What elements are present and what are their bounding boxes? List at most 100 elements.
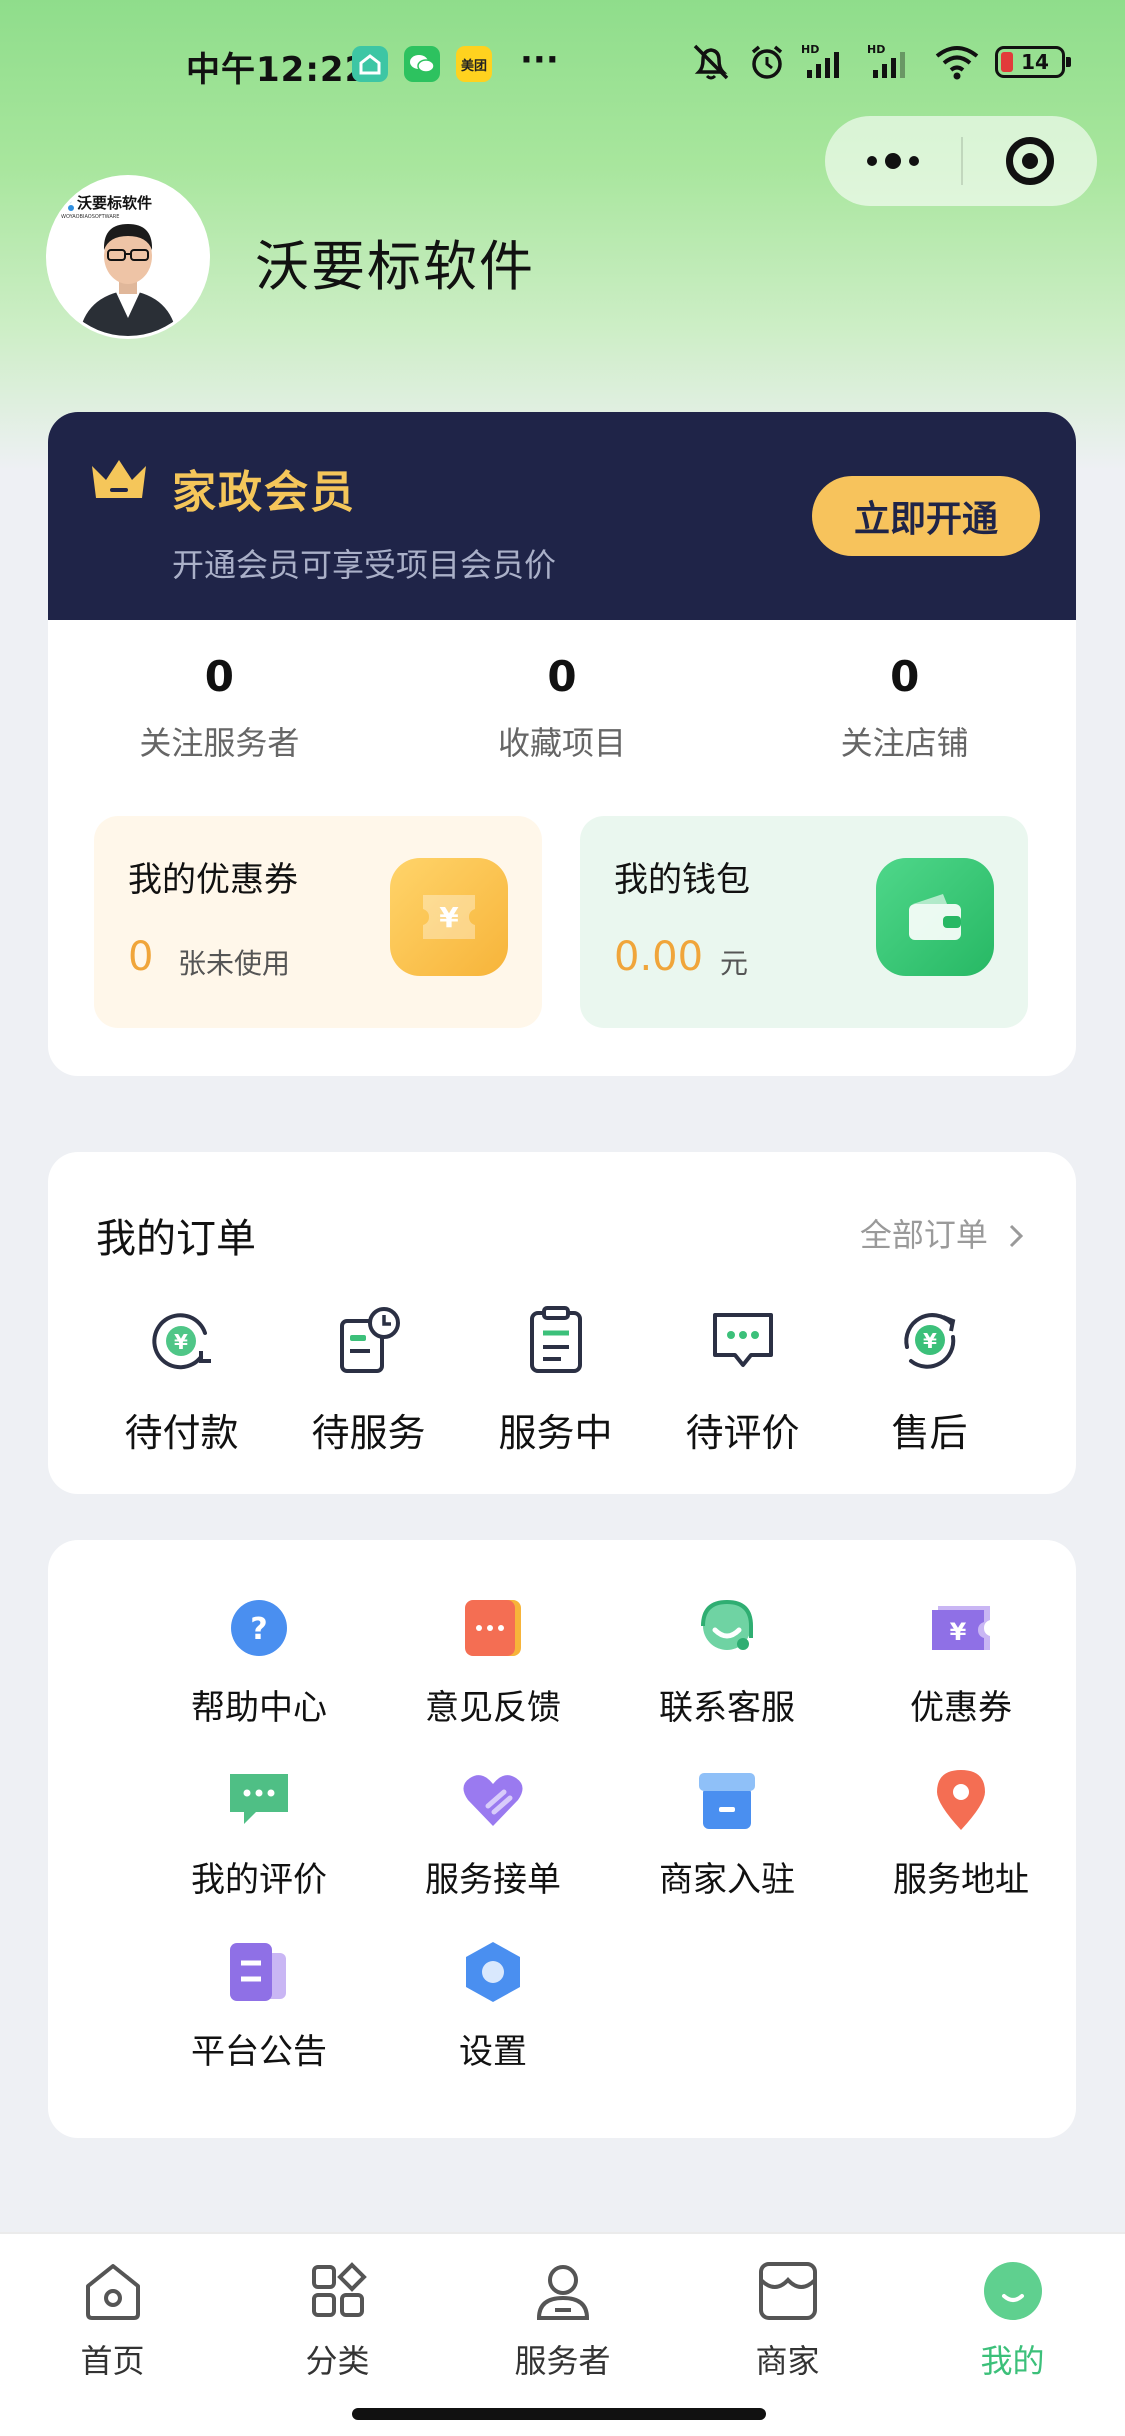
tab-home[interactable]: 首页 — [0, 2258, 225, 2382]
coupon-unit: 张未使用 — [178, 947, 291, 980]
svg-text:¥: ¥ — [923, 1329, 937, 1353]
order-label: 待评价 — [685, 1411, 800, 1455]
wallet-title: 我的钱包 — [614, 860, 750, 900]
worker-icon — [450, 2258, 675, 2324]
all-orders-link[interactable]: 全部订单 — [860, 1210, 1026, 1256]
my-orders-card: 我的订单 全部订单 ¥ 待付款 待服务 服务中 待评价 ¥ 售后 — [48, 1152, 1076, 1494]
bottom-tab-bar: 首页 分类 服务者 商家 我的 — [0, 2232, 1125, 2436]
svg-text:WOYAOBIAOSOFTWARE: WOYAOBIAOSOFTWARE — [61, 214, 119, 220]
location-pin-icon — [844, 1768, 1078, 1832]
tool-label: 我的评价 — [191, 1860, 327, 1900]
category-icon — [225, 2258, 450, 2324]
services-card: ? 帮助中心 意见反馈 联系客服 ¥ 优惠券 我的评价 服务接单 商家入驻 服务… — [48, 1540, 1076, 2138]
member-banner: 家政会员 开通会员可享受项目会员价 立即开通 — [48, 412, 1076, 620]
svg-text:?: ? — [250, 1612, 267, 1647]
tool-contact-support[interactable]: 联系客服 — [610, 1596, 844, 1729]
wechat-icon — [404, 46, 440, 82]
heart-handshake-icon — [376, 1768, 610, 1832]
my-wallet-box[interactable]: 我的钱包 0.00 元 — [580, 816, 1028, 1028]
stat-value: 0 — [204, 652, 234, 701]
tool-label: 服务接单 — [425, 1860, 561, 1900]
more-dots-icon[interactable] — [825, 153, 961, 169]
coupon-title: 我的优惠券 — [128, 860, 298, 900]
svg-text:¥: ¥ — [950, 1618, 967, 1646]
signal-hd-icon: HD — [801, 43, 839, 78]
mute-bell-icon — [693, 44, 729, 80]
tool-my-reviews[interactable]: 我的评价 — [142, 1768, 376, 1901]
signal-hd-icon-2: HD — [867, 43, 905, 78]
home-indicator — [352, 2408, 766, 2420]
tab-workers[interactable]: 服务者 — [450, 2258, 675, 2382]
svg-text:¥: ¥ — [439, 901, 459, 934]
tool-label: 联系客服 — [659, 1688, 795, 1728]
shop-icon — [675, 2258, 900, 2324]
order-label: 服务中 — [498, 1411, 613, 1455]
tab-label: 首页 — [80, 2342, 145, 2380]
avatar[interactable]: 沃要标软件 WOYAOBIAOSOFTWARE — [46, 175, 210, 339]
member-title: 家政会员 — [172, 467, 356, 518]
open-membership-button[interactable]: 立即开通 — [812, 476, 1040, 556]
tab-label: 我的 — [980, 2342, 1045, 2380]
svg-text:¥: ¥ — [174, 1330, 188, 1354]
tab-label: 分类 — [305, 2342, 370, 2380]
stat-favorite-items[interactable]: 0 收藏项目 — [391, 652, 734, 764]
order-status-row: ¥ 待付款 待服务 服务中 待评价 ¥ 售后 — [48, 1304, 1076, 1457]
yen-refresh-icon: ¥ — [88, 1304, 275, 1376]
tab-me[interactable]: 我的 — [900, 2258, 1125, 2382]
battery-level: 14 — [1021, 50, 1049, 74]
tool-announcements[interactable]: 平台公告 — [142, 1940, 376, 2073]
order-pending-payment[interactable]: ¥ 待付款 — [88, 1304, 275, 1457]
tool-service-address[interactable]: 服务地址 — [844, 1768, 1078, 1901]
tool-merchant-onboarding[interactable]: 商家入驻 — [610, 1768, 844, 1901]
tool-settings[interactable]: 设置 — [376, 1940, 610, 2073]
tab-merchants[interactable]: 商家 — [675, 2258, 900, 2382]
battery-icon: 14 — [995, 46, 1071, 78]
store-icon — [610, 1768, 844, 1832]
tool-feedback[interactable]: 意见反馈 — [376, 1596, 610, 1729]
order-label: 待付款 — [124, 1411, 239, 1455]
tool-label: 优惠券 — [910, 1688, 1012, 1728]
tab-category[interactable]: 分类 — [225, 2258, 450, 2382]
settings-icon — [376, 1940, 610, 2004]
stat-label: 收藏项目 — [498, 724, 627, 762]
tool-label: 服务地址 — [893, 1860, 1029, 1900]
wifi-icon — [935, 46, 979, 80]
yen-cycle-icon: ¥ — [836, 1304, 1023, 1376]
home-icon — [0, 2258, 225, 2324]
tab-label: 商家 — [755, 2342, 820, 2380]
chat-dots-icon — [649, 1304, 836, 1376]
my-coupons-box[interactable]: 我的优惠券 0 张未使用 ¥ — [94, 816, 542, 1028]
order-label: 待服务 — [311, 1411, 426, 1455]
member-subtitle: 开通会员可享受项目会员价 — [172, 546, 557, 584]
tool-accept-orders[interactable]: 服务接单 — [376, 1768, 610, 1901]
coupon-icon: ¥ — [844, 1596, 1078, 1660]
stat-followed-workers[interactable]: 0 关注服务者 — [48, 652, 391, 764]
feedback-icon — [376, 1596, 610, 1660]
miniprogram-capsule — [825, 116, 1097, 206]
stat-label: 关注服务者 — [139, 724, 300, 762]
meituan-icon: 美团 — [456, 46, 492, 82]
nickname: 沃要标软件 — [255, 235, 535, 298]
target-close-icon[interactable] — [963, 137, 1097, 185]
orders-title: 我的订单 — [96, 1216, 256, 1262]
stats-row: 0 关注服务者 0 收藏项目 0 关注店铺 — [48, 652, 1076, 764]
tool-coupons[interactable]: ¥ 优惠券 — [844, 1596, 1078, 1729]
clipboard-icon — [462, 1304, 649, 1376]
tool-label: 意见反馈 — [425, 1688, 561, 1728]
status-more: ··· — [520, 40, 559, 80]
svg-text:HD: HD — [867, 43, 885, 56]
crown-icon — [92, 460, 146, 498]
help-icon: ? — [142, 1596, 376, 1660]
headset-icon — [610, 1596, 844, 1660]
notice-icon — [142, 1940, 376, 2004]
order-pending-review[interactable]: 待评价 — [649, 1304, 836, 1457]
stat-followed-shops[interactable]: 0 关注店铺 — [733, 652, 1076, 764]
svg-text:沃要标软件: 沃要标软件 — [77, 194, 152, 212]
ticket-yen-icon: ¥ — [390, 858, 508, 976]
tool-label: 平台公告 — [191, 2032, 327, 2072]
order-in-service[interactable]: 服务中 — [462, 1304, 649, 1457]
order-pending-service[interactable]: 待服务 — [275, 1304, 462, 1457]
me-icon — [900, 2258, 1125, 2324]
tool-help-center[interactable]: ? 帮助中心 — [142, 1596, 376, 1729]
order-after-sales[interactable]: ¥ 售后 — [836, 1304, 1023, 1457]
